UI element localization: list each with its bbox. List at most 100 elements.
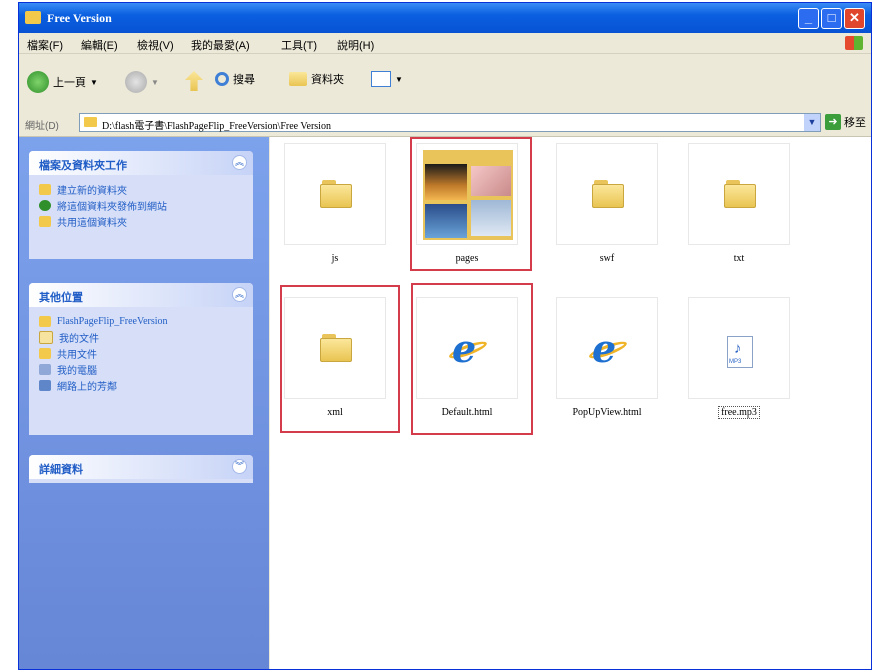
folder-icon <box>84 117 97 127</box>
details-panel: 詳細資料 ︾ <box>29 455 253 483</box>
place-my-computer[interactable]: 我的電腦 <box>39 361 243 377</box>
search-icon <box>215 72 229 86</box>
address-label: 網址(D) <box>25 121 59 132</box>
place-label: 我的文件 <box>59 333 99 345</box>
file-item-popupview-html[interactable]: e PopUpView.html <box>542 297 672 418</box>
selected-file-name: free.mp3 <box>718 406 760 419</box>
forward-button[interactable]: ▼ <box>125 71 159 93</box>
task-publish-web[interactable]: 將這個資料夾發佈到網站 <box>39 197 243 213</box>
folder-icon <box>320 180 352 208</box>
file-name: swf <box>599 253 615 264</box>
thumbnail <box>556 143 658 245</box>
folders-label: 資料夾 <box>311 74 344 86</box>
globe-icon <box>39 199 51 211</box>
explorer-window: Free Version _ □ ✕ 檔案(F) 編輯(E) 檢視(V) 我的最… <box>18 2 872 670</box>
highlight-default-html <box>411 283 533 435</box>
menu-edit[interactable]: 編輯(E) <box>81 37 118 53</box>
file-item-js[interactable]: js <box>270 143 400 264</box>
menu-view[interactable]: 檢視(V) <box>137 37 174 53</box>
network-icon <box>39 379 51 391</box>
folders-icon <box>289 72 307 86</box>
other-places-header[interactable]: 其他位置 ︽ <box>29 283 253 307</box>
file-item-txt[interactable]: txt <box>674 143 804 264</box>
menu-help[interactable]: 說明(H) <box>337 37 374 53</box>
menu-bar: 檔案(F) 編輯(E) 檢視(V) 我的最愛(A) 工具(T) 說明(H) <box>19 33 871 54</box>
toolbar: 上一頁 ▼ ▼ 搜尋 資料夾 ▼ <box>19 54 871 111</box>
address-dropdown[interactable]: ▼ <box>804 114 820 131</box>
thumbnail <box>688 143 790 245</box>
back-label: 上一頁 <box>53 77 86 89</box>
maximize-button[interactable]: □ <box>821 8 842 29</box>
file-item-swf[interactable]: swf <box>542 143 672 264</box>
title-bar[interactable]: Free Version _ □ ✕ <box>19 3 871 33</box>
file-name: txt <box>733 253 745 264</box>
menu-file[interactable]: 檔案(F) <box>27 37 63 53</box>
place-parent-folder[interactable]: FlashPageFlip_FreeVersion <box>39 313 243 329</box>
music-file-icon: ♪ MP3 <box>727 336 753 368</box>
file-tasks-panel: 檔案及資料夾工作 ︽ 建立新的資料夾 將這個資料夾發佈到網站 共用這個資料夾 <box>29 151 253 259</box>
highlight-xml <box>280 285 400 433</box>
address-bar: 網址(D) D:\flash電子書\FlashPageFlip_FreeVers… <box>19 110 871 137</box>
task-label: 將這個資料夾發佈到網站 <box>57 201 167 213</box>
place-my-documents[interactable]: 我的文件 <box>39 329 243 345</box>
task-new-folder[interactable]: 建立新的資料夾 <box>39 181 243 197</box>
highlight-pages <box>410 137 532 271</box>
place-network[interactable]: 網路上的芳鄰 <box>39 377 243 393</box>
expand-chevron-icon[interactable]: ︾ <box>232 459 247 474</box>
file-list: js pages swf txt xml e Default.html e Po… <box>270 137 871 669</box>
views-icon <box>371 71 391 87</box>
file-name: js <box>331 253 339 264</box>
other-places-title: 其他位置 <box>39 292 83 304</box>
forward-arrow-icon <box>125 71 147 93</box>
address-input[interactable]: D:\flash電子書\FlashPageFlip_FreeVersion\Fr… <box>79 113 821 132</box>
go-arrow-icon: ➜ <box>825 114 841 130</box>
views-button[interactable]: ▼ <box>371 71 403 87</box>
folder-icon <box>592 180 624 208</box>
search-label: 搜尋 <box>233 74 255 86</box>
task-label: 建立新的資料夾 <box>57 185 127 197</box>
back-button[interactable]: 上一頁 ▼ <box>27 71 98 93</box>
details-header[interactable]: 詳細資料 ︾ <box>29 455 253 479</box>
menu-tools[interactable]: 工具(T) <box>281 37 317 53</box>
window-title: Free Version <box>47 11 112 25</box>
minimize-button[interactable]: _ <box>798 8 819 29</box>
search-button[interactable]: 搜尋 <box>215 71 255 87</box>
folder-icon <box>25 11 41 24</box>
file-item-free-mp3[interactable]: ♪ MP3 free.mp3 <box>674 297 804 419</box>
dropdown-icon: ▼ <box>90 77 98 87</box>
file-tasks-title: 檔案及資料夾工作 <box>39 160 127 172</box>
file-name: PopUpView.html <box>572 407 642 418</box>
dropdown-icon: ▼ <box>151 77 159 87</box>
new-folder-icon <box>39 183 51 195</box>
place-shared-documents[interactable]: 共用文件 <box>39 345 243 361</box>
thumbnail: e <box>556 297 658 399</box>
documents-icon <box>39 330 53 344</box>
up-arrow-icon <box>185 71 203 91</box>
collapse-chevron-icon[interactable]: ︽ <box>232 155 247 170</box>
file-name: free.mp3 <box>674 406 804 419</box>
close-button[interactable]: ✕ <box>844 8 865 29</box>
windows-logo-icon <box>845 36 863 50</box>
folders-button[interactable]: 資料夾 <box>289 71 344 87</box>
collapse-chevron-icon[interactable]: ︽ <box>232 287 247 302</box>
task-label: 共用這個資料夾 <box>57 217 127 229</box>
place-label: 我的電腦 <box>57 365 97 377</box>
back-arrow-icon <box>27 71 49 93</box>
go-label: 移至 <box>844 117 866 129</box>
menu-favorites[interactable]: 我的最愛(A) <box>191 37 250 53</box>
go-button[interactable]: ➜ 移至 <box>825 114 866 130</box>
other-places-panel: 其他位置 ︽ FlashPageFlip_FreeVersion 我的文件 共用… <box>29 283 253 435</box>
address-path: D:\flash電子書\FlashPageFlip_FreeVersion\Fr… <box>102 121 331 132</box>
dropdown-icon: ▼ <box>395 74 403 84</box>
folder-icon <box>39 315 51 327</box>
share-folder-icon <box>39 215 51 227</box>
thumbnail <box>284 143 386 245</box>
task-share-folder[interactable]: 共用這個資料夾 <box>39 213 243 229</box>
up-folder-button[interactable] <box>185 71 203 91</box>
place-label: FlashPageFlip_FreeVersion <box>57 315 168 327</box>
computer-icon <box>39 363 51 375</box>
folder-icon <box>724 180 756 208</box>
internet-explorer-icon: e <box>587 330 629 368</box>
file-tasks-header[interactable]: 檔案及資料夾工作 ︽ <box>29 151 253 175</box>
thumbnail: ♪ MP3 <box>688 297 790 399</box>
